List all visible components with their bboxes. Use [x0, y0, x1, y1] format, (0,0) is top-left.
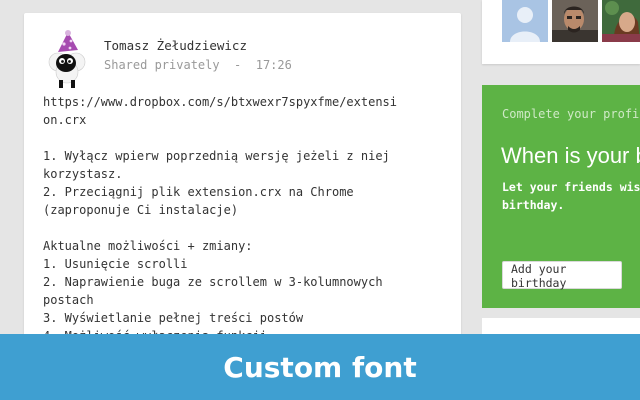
post-body-line — [43, 219, 448, 237]
author-avatar[interactable] — [44, 30, 88, 90]
post-body-line: (zaproponuje Ci instalacje) — [43, 203, 239, 217]
banner-title: Custom font — [223, 350, 417, 384]
sheep-with-party-hat-icon — [48, 30, 86, 88]
birthday-description: Let your friends wish you a birthday. — [502, 178, 640, 214]
person-avatar-2[interactable] — [552, 0, 598, 42]
birthday-question: When is your birthday? — [501, 143, 640, 168]
complete-profile-label: Complete your profile — [502, 107, 640, 121]
default-avatar-icon — [502, 0, 548, 42]
person-avatar-1[interactable] — [502, 0, 548, 42]
post-body-line: postach — [43, 293, 94, 307]
author-name[interactable]: Tomasz Żełudziewicz — [104, 38, 247, 53]
people-card — [482, 0, 640, 64]
birthday-description-line: Let your friends wish you a — [502, 180, 640, 194]
promo-banner: Custom font — [0, 334, 640, 400]
post-body: https://www.dropbox.com/s/btxwexr7spyxfm… — [43, 93, 448, 345]
birthday-description-line: birthday. — [502, 198, 565, 212]
post-body-line: 2. Przeciągnij plik extension.crx na Chr… — [43, 185, 354, 199]
post-body-line: 1. Usunięcie scrolli — [43, 257, 188, 271]
add-birthday-button[interactable]: Add your birthday — [502, 261, 622, 290]
post-body-line[interactable]: on.crx — [43, 111, 448, 129]
post-body-line: korzystasz. — [43, 167, 123, 181]
post-body-line[interactable]: https://www.dropbox.com/s/btxwexr7spyxfm… — [43, 93, 448, 111]
post-body-line: Aktualne możliwości + zmiany: — [43, 239, 253, 253]
profile-photo-icon — [602, 0, 640, 42]
profile-photo-icon — [552, 0, 598, 42]
person-avatar-3[interactable] — [602, 0, 640, 42]
birthday-card: Complete your profile When is your birth… — [482, 85, 640, 308]
post-meta: Shared privately - 17:26 — [104, 58, 292, 72]
post-body-line: 2. Naprawienie buga ze scrollem w 3-kolu… — [43, 275, 383, 289]
post-card: Tomasz Żełudziewicz Shared privately - 1… — [24, 13, 461, 353]
post-body-line: 1. Wyłącz wpierw poprzednią wersję jeżel… — [43, 149, 390, 163]
post-body-line: 3. Wyświetlanie pełnej treści postów — [43, 311, 304, 325]
post-body-line — [43, 129, 448, 147]
